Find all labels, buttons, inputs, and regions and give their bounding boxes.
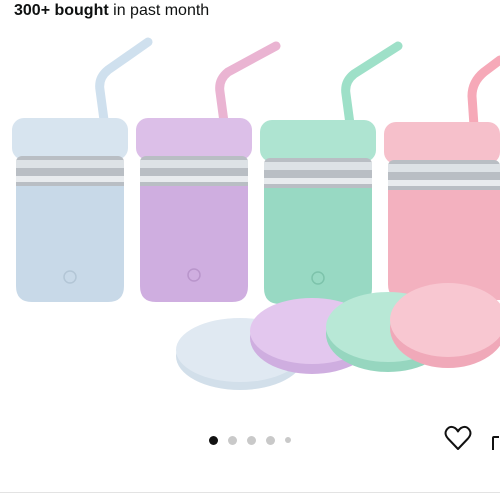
carousel-dots (0, 434, 500, 446)
carousel-dot-5[interactable] (285, 437, 291, 443)
purchase-banner: 300+ bought in past month (14, 0, 209, 22)
product-image[interactable] (0, 30, 500, 400)
carousel-dot-2[interactable] (228, 435, 237, 445)
purchase-suffix: in past month (113, 2, 210, 19)
carousel-dot-3[interactable] (247, 435, 256, 445)
purchase-count: 300+ bought (14, 2, 109, 19)
cup-pink (384, 55, 500, 300)
carousel-dot-4[interactable] (266, 435, 275, 445)
share-icon[interactable] (492, 433, 500, 451)
lid-pink (390, 283, 500, 368)
cup-purple (136, 41, 281, 302)
divider (0, 492, 500, 493)
cup-blue (12, 37, 153, 302)
carousel-dot-1[interactable] (209, 435, 218, 445)
heart-icon[interactable] (444, 425, 472, 451)
cup-mint (260, 41, 403, 304)
